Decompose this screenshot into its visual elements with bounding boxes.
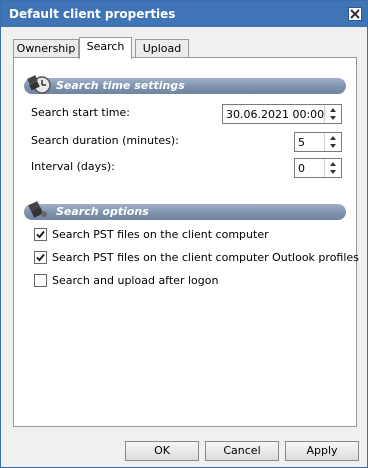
arrow-down-icon[interactable] [325, 168, 341, 177]
search-tab-panel: Search time settings Search start time: … [13, 57, 359, 427]
arrow-up-icon[interactable] [325, 105, 341, 114]
check-icon [36, 253, 45, 262]
ok-button[interactable]: OK [125, 441, 199, 461]
clock-binoculars-icon [27, 75, 51, 94]
arrow-down-icon[interactable] [325, 142, 341, 151]
tab-search[interactable]: Search [79, 37, 132, 59]
close-icon [350, 9, 360, 19]
search-upload-logon-checkbox[interactable] [34, 274, 47, 287]
cancel-button[interactable]: Cancel [205, 441, 279, 461]
interval-stepper[interactable]: 0 [294, 158, 342, 178]
spin-buttons [324, 105, 341, 123]
search-duration-stepper[interactable]: 5 [294, 132, 342, 152]
dialog: Default client properties Ownership Sear… [0, 0, 368, 468]
search-upload-logon-label: Search and upload after logon [52, 274, 219, 287]
search-pst-client-label: Search PST files on the client computer [52, 228, 269, 241]
check-icon [36, 230, 45, 239]
search-pst-outlook-label: Search PST files on the client computer … [52, 251, 359, 264]
section-title: Search time settings [56, 79, 185, 92]
search-duration-value: 5 [298, 136, 305, 149]
search-duration-label: Search duration (minutes): [31, 134, 179, 147]
window-title: Default client properties [9, 7, 176, 21]
title-bar: Default client properties [1, 1, 367, 27]
spin-buttons [324, 133, 341, 151]
arrow-down-icon[interactable] [325, 114, 341, 123]
arrow-up-icon[interactable] [325, 159, 341, 168]
binoculars-icon [28, 201, 47, 218]
tab-upload[interactable]: Upload [135, 39, 189, 58]
search-time-settings-header: Search time settings [24, 75, 346, 94]
interval-value: 0 [298, 162, 305, 175]
close-button[interactable] [348, 7, 362, 21]
arrow-up-icon[interactable] [325, 133, 341, 142]
section-title: Search options [56, 205, 149, 218]
search-options-header: Search options [24, 201, 346, 220]
tab-ownership[interactable]: Ownership [13, 39, 79, 58]
spin-buttons [324, 159, 341, 177]
search-pst-outlook-checkbox[interactable] [34, 251, 47, 264]
search-start-time-label: Search start time: [31, 106, 130, 119]
search-start-time-value: 30.06.2021 00:00 [226, 108, 325, 121]
interval-label: Interval (days): [31, 160, 115, 173]
search-pst-client-checkbox[interactable] [34, 228, 47, 241]
apply-button[interactable]: Apply [285, 441, 359, 461]
search-start-time-picker[interactable]: 30.06.2021 00:00 [222, 104, 342, 124]
